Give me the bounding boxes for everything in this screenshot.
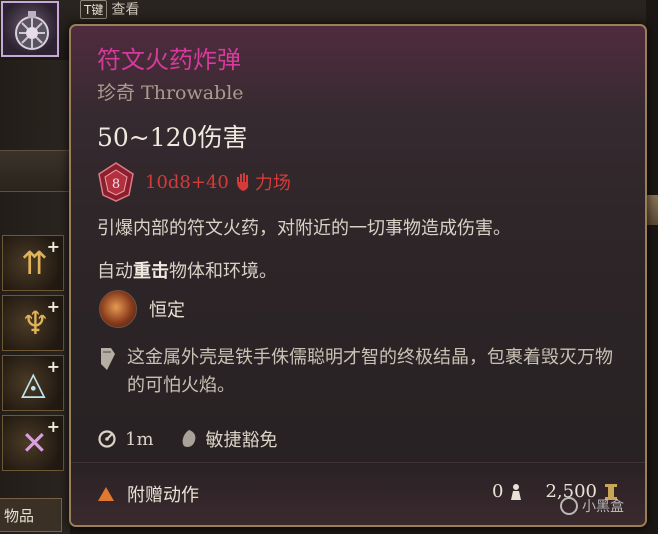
skill-column: ⇈ + ♆ + ◬ + ✕ + [0, 235, 68, 475]
right-panel-frame [646, 0, 658, 534]
selected-item-slot[interactable] [1, 1, 59, 57]
watermark: 小黑盒 [560, 496, 624, 516]
tooltip-footer: 附赠动作 0 2,500 [71, 462, 645, 525]
inspect-hint: T键 查看 [80, 0, 140, 19]
flavor-block: 这金属外壳是铁手侏儒聪明才智的终极结晶，包裹着毁灭万物的可怕火焰。 [97, 344, 627, 400]
damage-dice-row: 8 10d8+40 力场 [97, 162, 291, 202]
item-description: 引爆内部的符文火药，对附近的一切事物造成伤害。 [97, 218, 511, 239]
weight-icon [511, 483, 522, 500]
save-label[interactable]: 敏捷豁免 [206, 426, 278, 452]
watermark-logo-icon [560, 497, 578, 515]
range-icon [98, 430, 116, 448]
extra-prefix: 自动 [97, 261, 133, 282]
watermark-text: 小黑盒 [582, 499, 624, 515]
passive-row: 恒定 [99, 290, 185, 328]
item-tooltip: 符文火药炸弹 珍奇 Throwable 50~120伤害 8 10d8+40 力… [69, 24, 647, 527]
damage-type: 力场 [254, 173, 291, 194]
plus-icon: + [46, 357, 60, 376]
smash-keyword[interactable]: 重击 [133, 261, 169, 282]
items-tab[interactable]: 物品 [0, 498, 62, 532]
extra-suffix: 物体和环境。 [169, 261, 277, 282]
damage-formula: 10d8+40 [145, 171, 229, 193]
skill-slot[interactable]: ♆ + [2, 295, 64, 351]
flavor-text: 这金属外壳是铁手侏儒聪明才智的终极结晶，包裹着毁灭万物的可怕火焰。 [127, 347, 613, 396]
water-drop-icon: ◬ [21, 364, 46, 402]
weight-value: 0 [492, 481, 504, 502]
plus-icon: + [46, 237, 60, 256]
d8-dice-icon: 8 [98, 162, 134, 202]
dice-value: 8 [112, 177, 120, 192]
skill-slot[interactable]: ✕ + [2, 415, 64, 471]
eagle-icon: ♆ [21, 304, 50, 342]
ember-icon [99, 290, 137, 328]
right-panel-deco [646, 195, 658, 225]
item-damage: 50~120伤害 [97, 123, 248, 152]
skill-slot[interactable]: ◬ + [2, 355, 64, 411]
plus-icon: + [46, 417, 60, 436]
range-value: 1m [125, 428, 154, 450]
item-rarity: 珍奇 Throwable [97, 82, 244, 104]
arrows-icon: ⇈ [21, 244, 48, 282]
disabled-cross-icon: ✕ [21, 424, 48, 462]
plus-icon: + [46, 297, 60, 316]
force-hand-icon [236, 173, 249, 191]
scroll-icon [101, 348, 115, 370]
item-name: 符文火药炸弹 [97, 46, 241, 74]
rune-bomb-icon [15, 11, 49, 50]
hint-label: 查看 [111, 2, 140, 18]
item-extra: 自动重击物体和环境。 [97, 257, 277, 283]
left-panel-strip [0, 150, 70, 192]
action-label[interactable]: 附赠动作 [127, 481, 199, 507]
skill-slot[interactable]: ⇈ + [2, 235, 64, 291]
action-row: 附赠动作 [97, 481, 199, 507]
passive-label[interactable]: 恒定 [149, 296, 185, 322]
stats-row: 1m 敏捷豁免 [97, 426, 304, 452]
bonus-action-triangle-icon [98, 487, 114, 501]
dex-save-icon [182, 430, 195, 447]
hint-key: T键 [80, 0, 108, 19]
